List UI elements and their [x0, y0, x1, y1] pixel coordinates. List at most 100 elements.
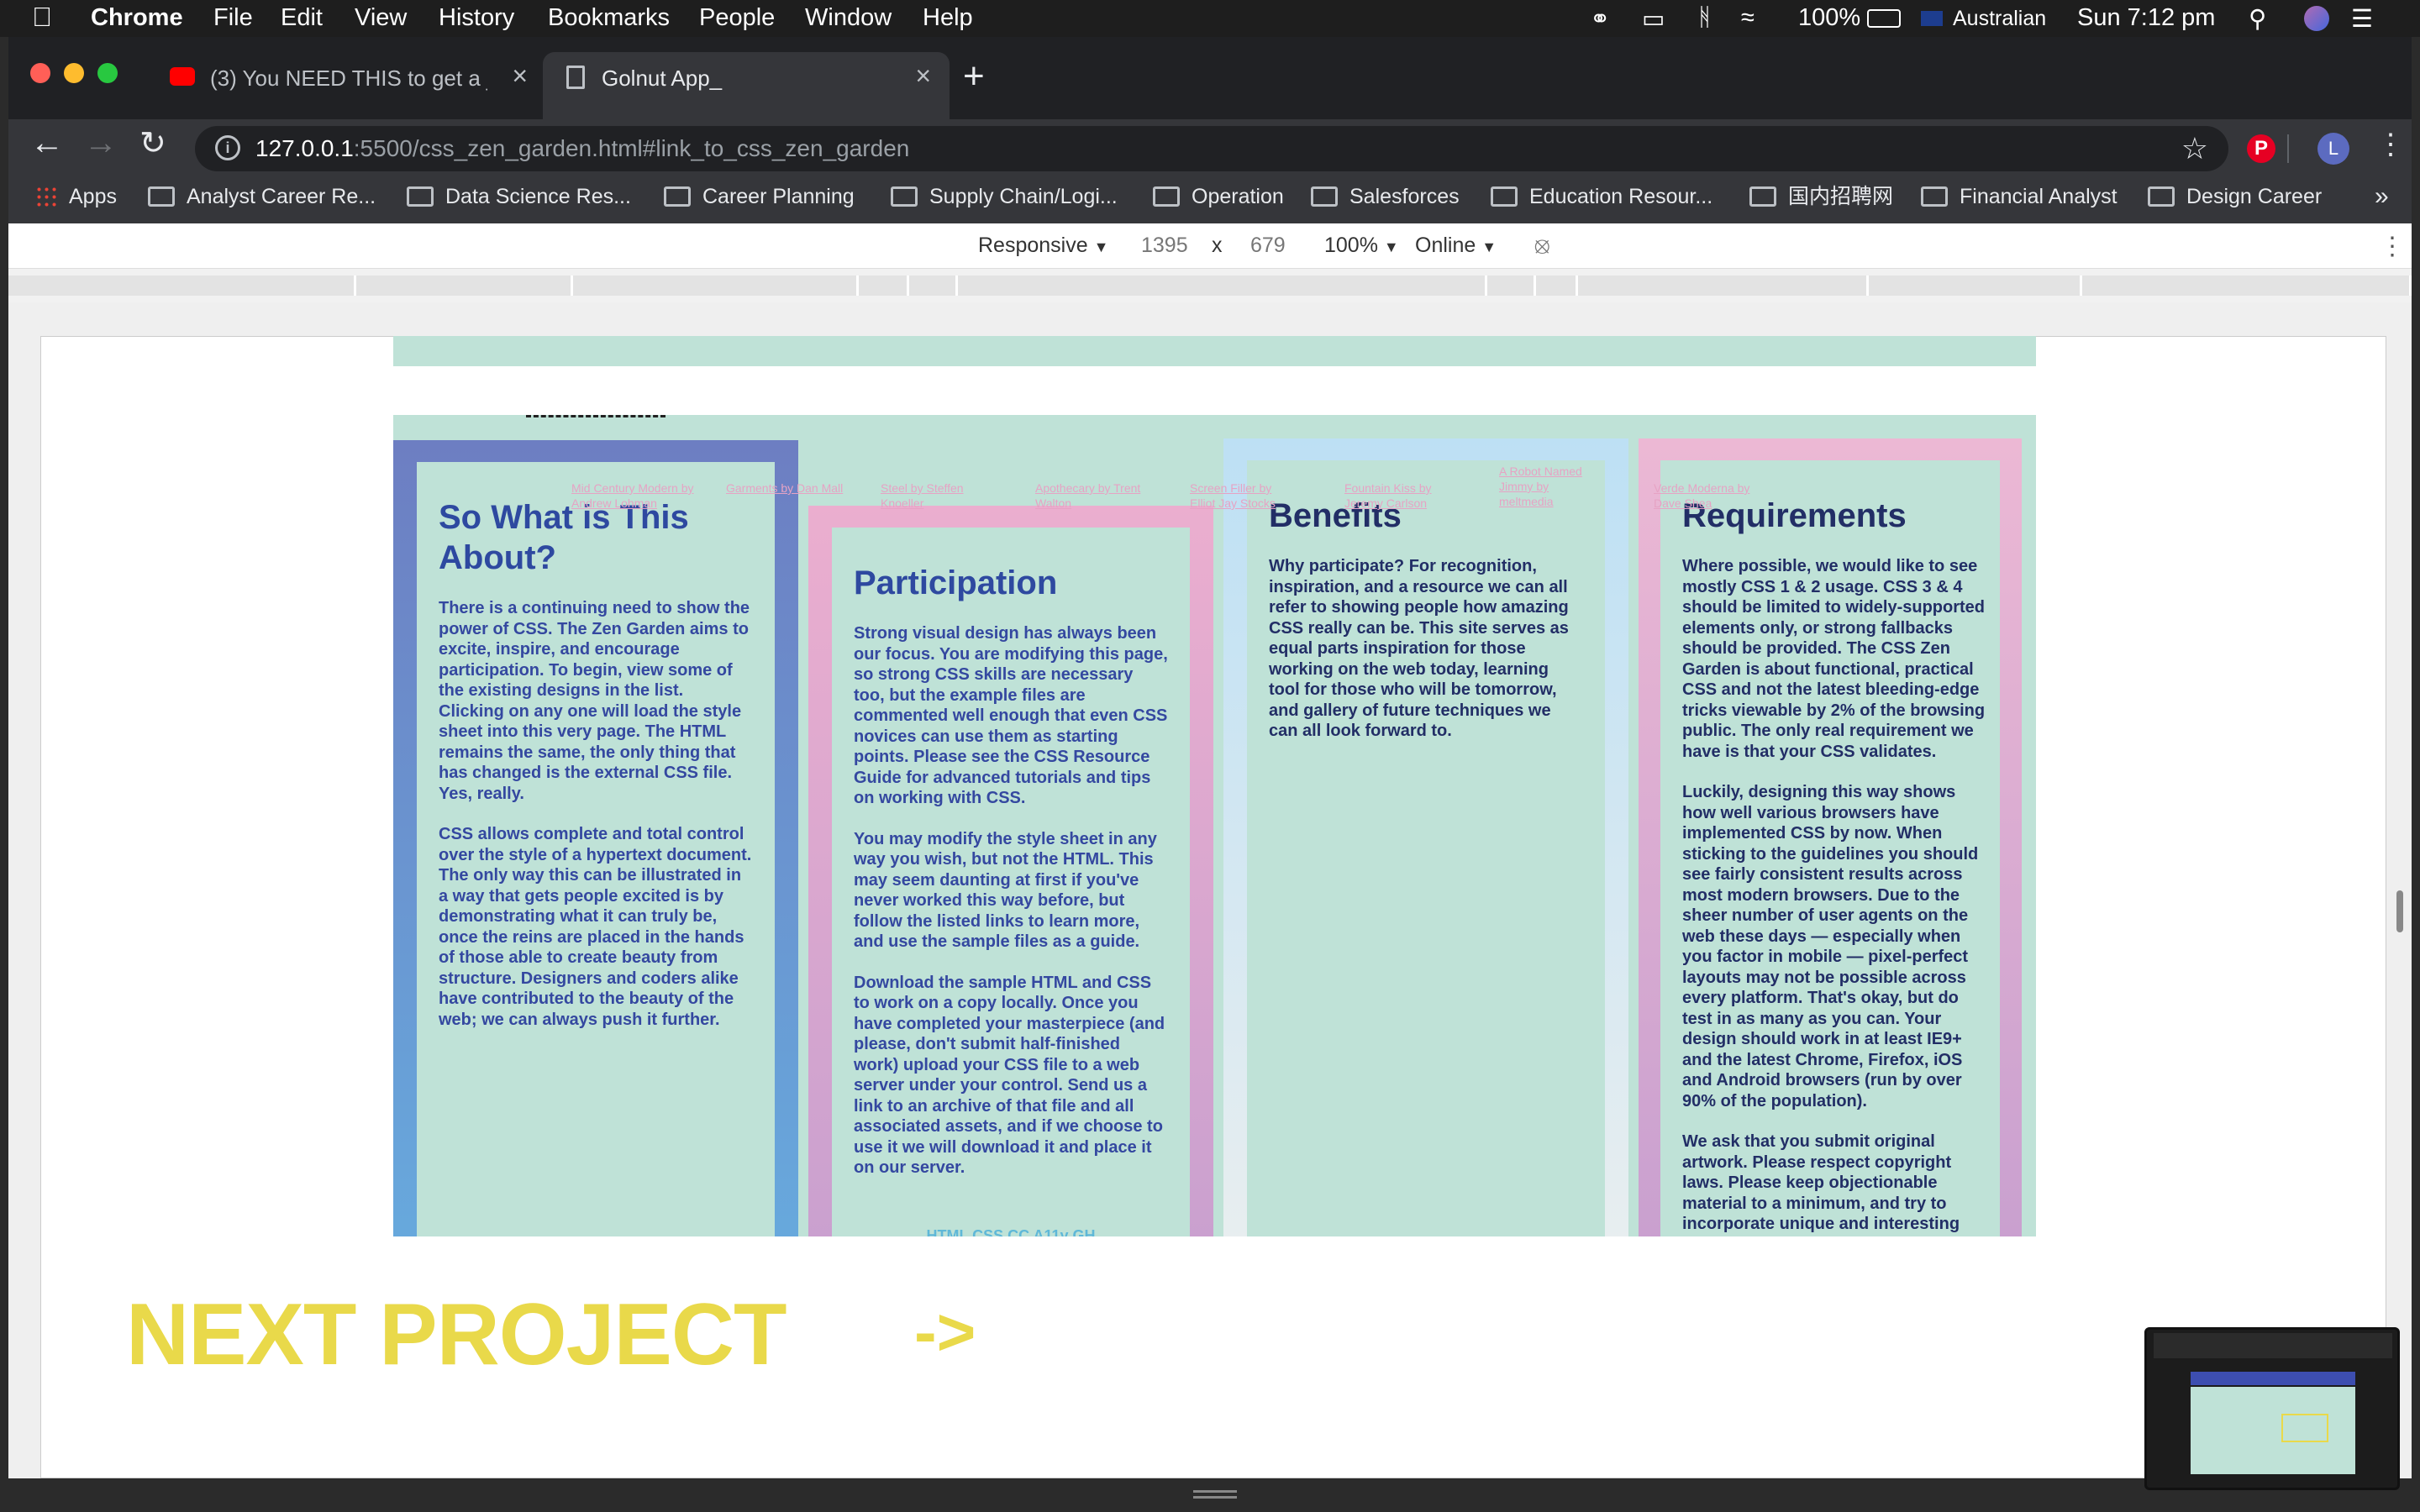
input-source[interactable]: Australian: [1953, 7, 2046, 31]
bookmark-label: Career Planning: [702, 185, 855, 208]
bookmark-folder[interactable]: Career Planning: [664, 180, 855, 213]
participation-heading: Participation: [854, 564, 1058, 601]
ruler-segment[interactable]: [356, 276, 573, 296]
pinterest-extension-icon[interactable]: P: [2247, 134, 2275, 163]
bookmark-folder[interactable]: Data Science Res...: [407, 180, 631, 213]
creative-cloud-icon[interactable]: ⚭: [1590, 4, 1610, 34]
tab-golnut-app[interactable]: Golnut App_ ×: [543, 52, 950, 121]
folder-icon: [2148, 186, 2175, 207]
menu-people[interactable]: People: [699, 4, 775, 32]
menu-edit[interactable]: Edit: [281, 4, 323, 32]
bookmark-folder[interactable]: Education Resour...: [1491, 180, 1712, 213]
clock[interactable]: Sun 7:12 pm: [2077, 4, 2215, 32]
bookmark-folder[interactable]: 国内招聘网: [1749, 180, 1893, 213]
bookmarks-overflow-button[interactable]: »: [2375, 180, 2389, 213]
address-bar[interactable]: i 127.0.0.1:5500/css_zen_garden.html#lin…: [195, 126, 2228, 171]
ruler-segment[interactable]: [958, 276, 1487, 296]
design-link[interactable]: Fountain Kiss by Jeremy Carlson: [1344, 480, 1454, 511]
battery-icon[interactable]: [1867, 9, 1901, 28]
design-link[interactable]: Screen Filler by Elliot Jay Stocks: [1190, 480, 1291, 511]
device-mode-select[interactable]: Responsive ▼: [978, 234, 1108, 258]
folder-icon: [407, 186, 434, 207]
notification-center-icon[interactable]: ☰: [2351, 4, 2373, 34]
url-text[interactable]: 127.0.0.1:5500/css_zen_garden.html#link_…: [255, 135, 909, 162]
airplay-icon[interactable]: ▭: [1642, 4, 1665, 34]
apple-icon[interactable]: : [32, 2, 52, 33]
design-link[interactable]: Mid Century Modern by Andrew Lohman: [571, 480, 706, 511]
bookmark-folder[interactable]: Analyst Career Re...: [148, 180, 376, 213]
rotate-icon[interactable]: ⦻: [1534, 232, 1550, 260]
design-link[interactable]: Steel by Steffen Knoeller: [881, 480, 998, 511]
siri-icon[interactable]: [2304, 6, 2329, 31]
bottom-resize-handle[interactable]: [1193, 1490, 1237, 1500]
back-icon[interactable]: ←: [30, 124, 64, 162]
chrome-menu-icon[interactable]: ⋮: [2376, 128, 2405, 161]
tab-title: Golnut App_: [602, 66, 723, 91]
bookmark-folder[interactable]: Financial Analyst: [1921, 180, 2118, 213]
viewport-height-input[interactable]: 679: [1250, 234, 1286, 258]
folder-icon: [1921, 186, 1948, 207]
ruler-segment[interactable]: [1869, 276, 2082, 296]
bookmark-folder[interactable]: Design Career: [2148, 180, 2322, 213]
ruler-segment[interactable]: [1536, 276, 1578, 296]
close-tab-icon[interactable]: ×: [512, 60, 528, 92]
ruler-segment[interactable]: [2082, 276, 2412, 296]
bookmark-star-icon[interactable]: ☆: [2181, 131, 2208, 166]
wifi-icon[interactable]: ≈: [1741, 4, 1754, 32]
menu-bookmarks[interactable]: Bookmarks: [548, 4, 670, 32]
spotlight-search-icon[interactable]: ⚲: [2249, 4, 2266, 34]
flag-icon: [1921, 11, 1943, 26]
next-project-arrow-icon[interactable]: ->: [914, 1294, 976, 1371]
bluetooth-icon[interactable]: ᚻ: [1697, 4, 1712, 32]
menu-window[interactable]: Window: [805, 4, 892, 32]
menu-file[interactable]: File: [213, 4, 253, 32]
reload-icon[interactable]: ↻: [139, 124, 166, 162]
viewport-resize-handle[interactable]: [2396, 890, 2403, 932]
zen-garden-preview[interactable]: So What is This About? There is a contin…: [393, 415, 2036, 1236]
design-link[interactable]: Apothecary by Trent Walton: [1035, 480, 1161, 511]
menu-help[interactable]: Help: [923, 4, 973, 32]
column-inner: Benefits Why participate? For recognitio…: [1247, 460, 1605, 1236]
bookmark-folder[interactable]: Operation: [1153, 180, 1284, 213]
column-inner: Requirements Where possible, we would li…: [1660, 460, 2000, 1236]
url-host: 127.0.0.1: [255, 135, 354, 161]
ruler-segment[interactable]: [573, 276, 859, 296]
app-name[interactable]: Chrome: [91, 4, 183, 32]
next-project-label[interactable]: NEXT PROJECT: [126, 1285, 786, 1385]
device-toolbar-menu-icon[interactable]: ⋮: [2380, 232, 2405, 261]
new-tab-button[interactable]: +: [963, 55, 985, 97]
forward-icon[interactable]: →: [84, 124, 118, 162]
ruler-segment[interactable]: [1578, 276, 1869, 296]
design-link[interactable]: Verde Moderna by Dave Shea: [1654, 480, 1771, 511]
bookmark-label: Education Resour...: [1529, 185, 1713, 208]
menu-history[interactable]: History: [439, 4, 514, 32]
bookmarks-bar: Apps Analyst Career Re... Data Science R…: [8, 171, 2412, 223]
zoom-window-button[interactable]: [97, 63, 118, 83]
apps-grid-icon: [35, 186, 57, 207]
participation-footer-links[interactable]: HTML CSS CC A11y GH: [854, 1226, 1168, 1237]
ruler-segment[interactable]: [8, 276, 356, 296]
zoom-select[interactable]: 100% ▼: [1324, 234, 1399, 258]
profile-avatar[interactable]: L: [2317, 133, 2349, 165]
viewport-width-input[interactable]: 1395: [1141, 234, 1188, 258]
thumbnail-chrome: [2154, 1333, 2392, 1358]
media-query-ruler[interactable]: [8, 269, 2412, 302]
apps-shortcut[interactable]: Apps: [35, 180, 117, 213]
ruler-segment[interactable]: [859, 276, 909, 296]
bookmark-label: Supply Chain/Logi...: [929, 185, 1118, 208]
screenshot-thumbnail[interactable]: [2144, 1327, 2400, 1490]
ruler-segment[interactable]: [1487, 276, 1536, 296]
bookmark-folder[interactable]: Supply Chain/Logi...: [891, 180, 1118, 213]
menu-view[interactable]: View: [355, 4, 407, 32]
design-link[interactable]: Garments by Dan Mall: [726, 480, 844, 496]
tab-youtube[interactable]: (3) You NEED THIS to get a jun ×: [151, 52, 546, 104]
ruler-segment[interactable]: [909, 276, 958, 296]
bookmark-folder[interactable]: Salesforces: [1311, 180, 1460, 213]
info-icon[interactable]: i: [215, 135, 240, 160]
close-window-button[interactable]: [30, 63, 50, 83]
toolbar-divider: [2287, 134, 2289, 163]
close-tab-icon[interactable]: ×: [915, 60, 931, 92]
minimize-window-button[interactable]: [64, 63, 84, 83]
design-link[interactable]: A Robot Named Jimmy by meltmedia: [1499, 464, 1600, 509]
network-throttle-select[interactable]: Online ▼: [1415, 234, 1497, 258]
